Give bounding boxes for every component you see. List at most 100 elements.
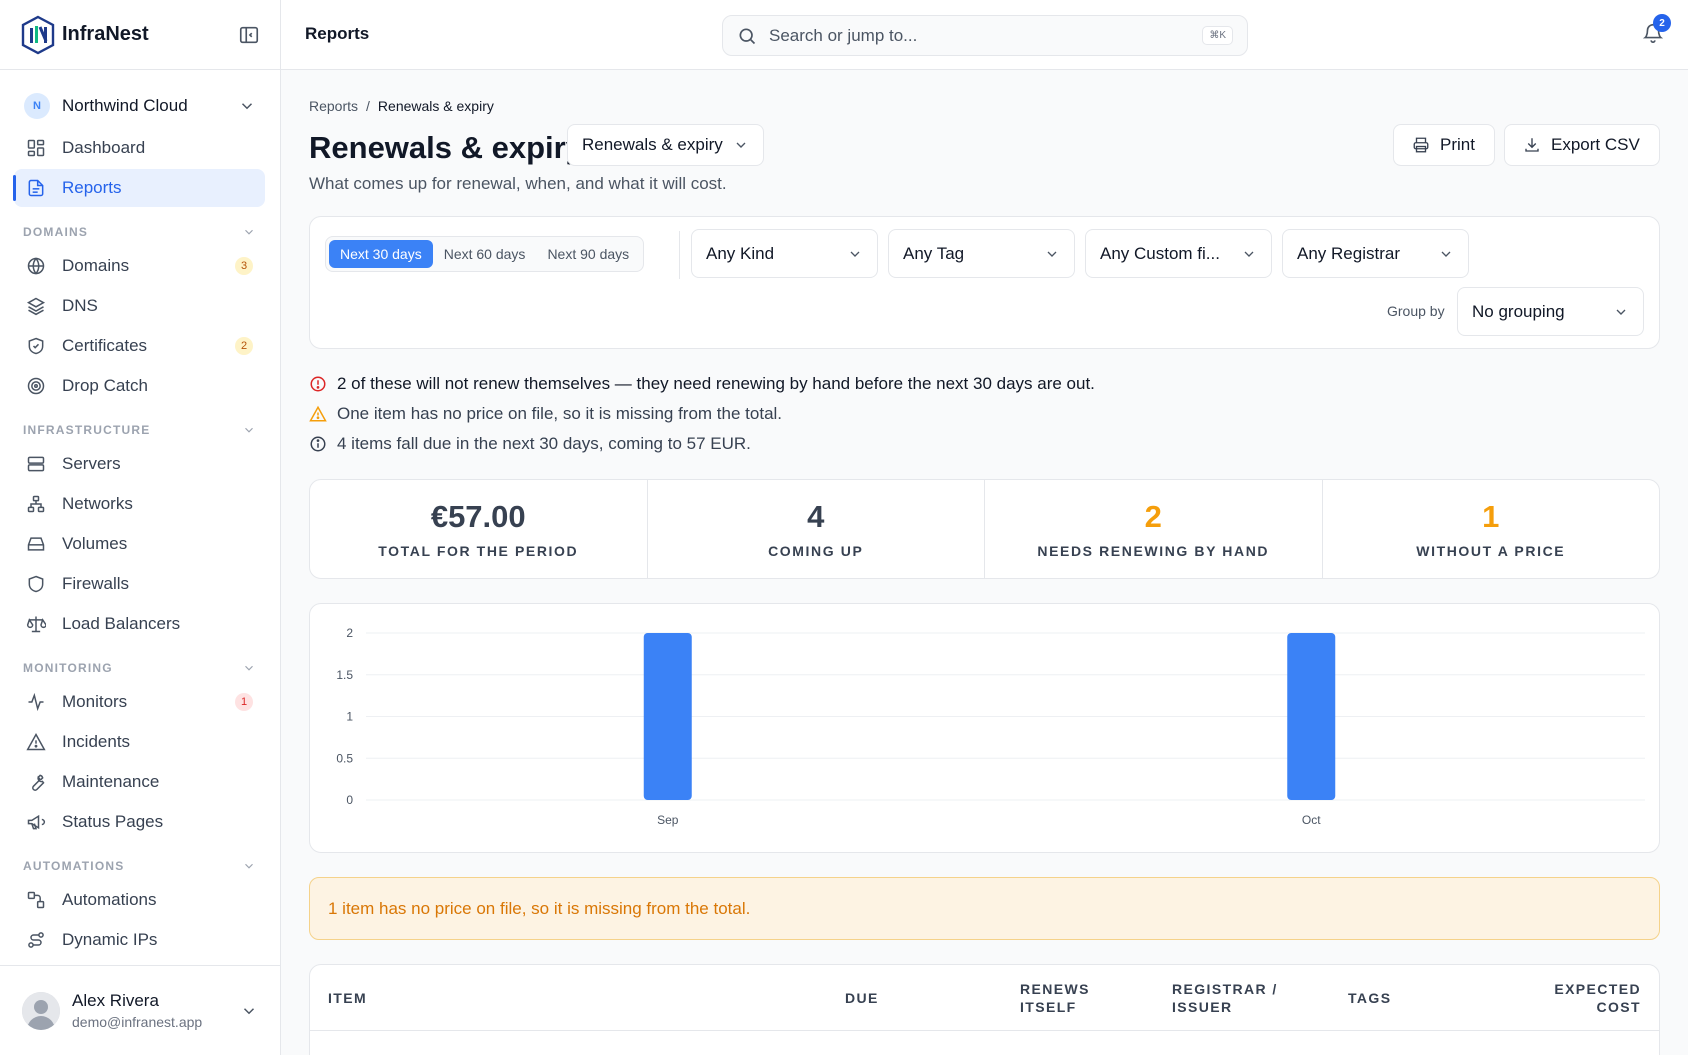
sidebar-item-label: Monitors — [62, 692, 128, 711]
bar-sep[interactable] — [643, 633, 692, 800]
y-tick-label: 2 — [346, 626, 353, 640]
page-title: Renewals & expiry — [309, 130, 583, 165]
sidebar-item-servers[interactable]: Servers — [14, 445, 265, 483]
registrar-filter-select[interactable]: Any Registrar — [1282, 229, 1469, 278]
sidebar: InfraNest N Northwind Cloud Dashboard Re… — [0, 0, 281, 1055]
sidebar-item-label: Domains — [62, 256, 130, 275]
user-menu[interactable]: Alex Rivera demo@infranest.app — [0, 965, 280, 1055]
wrench-icon — [32, 774, 45, 791]
period-option-30[interactable]: Next 30 days — [329, 240, 433, 268]
section-automations[interactable]: AUTOMATIONS — [23, 855, 256, 877]
sidebar-item-incidents[interactable]: Incidents — [14, 723, 265, 761]
sidebar-item-label: Load Balancers — [62, 614, 181, 633]
column-header-renews-itself[interactable]: RENEWS ITSELF — [1020, 980, 1110, 1016]
sidebar-item-domains[interactable]: Domains 3 — [14, 247, 265, 285]
section-monitoring[interactable]: MONITORING — [23, 657, 256, 679]
page-subtitle: What comes up for renewal, when, and wha… — [309, 174, 727, 193]
renewals-table: ITEM DUE RENEWS ITSELF REGISTRAR / ISSUE… — [309, 964, 1660, 1055]
org-switcher[interactable]: N Northwind Cloud — [24, 89, 264, 123]
column-header-tags[interactable]: TAGS — [1348, 989, 1391, 1007]
activity-icon — [28, 692, 44, 712]
custom-field-filter-value: Any Custom fi... — [1100, 243, 1220, 263]
chevron-down-icon — [245, 229, 253, 235]
section-infrastructure[interactable]: INFRASTRUCTURE — [23, 419, 256, 441]
registrar-filter-value: Any Registrar — [1297, 243, 1400, 263]
search-input[interactable]: Search or jump to... ⌘K — [722, 15, 1248, 56]
y-tick-label: 1.5 — [336, 668, 353, 682]
chevron-down-icon — [245, 863, 253, 869]
section-domains[interactable]: DOMAINS — [23, 221, 256, 243]
sidebar-item-load-balancers[interactable]: Load Balancers — [14, 605, 265, 643]
sidebar-item-label: Incidents — [62, 732, 131, 751]
sidebar-item-label: Reports — [62, 178, 122, 197]
group-by-value: No grouping — [1472, 301, 1565, 321]
sidebar-item-status-pages[interactable]: Status Pages — [14, 803, 265, 841]
sidebar-item-maintenance[interactable]: Maintenance — [14, 763, 265, 801]
section-title: AUTOMATIONS — [23, 859, 125, 873]
stat-value: €57.00 — [430, 499, 526, 534]
count-badge: 1 — [235, 693, 253, 711]
network-icon — [27, 495, 45, 513]
brand: InfraNest — [0, 0, 280, 70]
group-by-select[interactable]: No grouping — [1457, 287, 1644, 336]
sidebar-item-label: Networks — [62, 494, 133, 513]
stat-label: WITHOUT A PRICE — [1416, 543, 1566, 559]
stat-value: 4 — [807, 499, 825, 534]
sidebar-item-dashboard[interactable]: Dashboard — [14, 129, 265, 167]
count-badge: 3 — [235, 257, 253, 275]
sidebar-collapse-icon[interactable] — [238, 24, 260, 46]
stat-total: €57.00 TOTAL FOR THE PERIOD — [310, 480, 648, 578]
search-placeholder: Search or jump to... — [769, 25, 918, 45]
print-button[interactable]: Print — [1393, 124, 1495, 166]
sidebar-item-dynamic-ips[interactable]: Dynamic IPs — [14, 921, 265, 959]
breadcrumb-separator: / — [366, 98, 370, 114]
missing-price-banner: 1 item has no price on file, so it is mi… — [309, 877, 1660, 940]
kind-filter-select[interactable]: Any Kind — [691, 229, 878, 278]
filter-panel: Next 30 days Next 60 days Next 90 days A… — [309, 216, 1660, 349]
report-icon — [28, 179, 44, 197]
chevron-down-icon — [1616, 309, 1626, 315]
sidebar-item-dns[interactable]: DNS — [14, 287, 265, 325]
infranest-logo-icon — [21, 15, 55, 54]
count-badge: 2 — [235, 337, 253, 355]
column-header-due[interactable]: DUE — [845, 989, 879, 1007]
column-header-item[interactable]: ITEM — [328, 989, 367, 1007]
sidebar-item-volumes[interactable]: Volumes — [14, 525, 265, 563]
drive-icon — [27, 537, 45, 551]
summary-stats: €57.00 TOTAL FOR THE PERIOD 4 COMING UP … — [309, 479, 1660, 579]
sidebar-item-reports[interactable]: Reports — [13, 169, 265, 207]
renewals-bar-chart: 0 0.5 1 1.5 2 Sep Oct — [336, 626, 1645, 827]
sidebar-item-networks[interactable]: Networks — [14, 485, 265, 523]
custom-field-filter-select[interactable]: Any Custom fi... — [1085, 229, 1272, 278]
search-icon — [739, 28, 756, 44]
sidebar-item-certificates[interactable]: Certificates 2 — [14, 327, 265, 365]
avatar — [22, 991, 60, 1030]
column-header-expected-cost[interactable]: EXPECTED COST — [1531, 980, 1641, 1016]
stat-without-price: 1 WITHOUT A PRICE — [1323, 480, 1660, 578]
sidebar-item-label: Firewalls — [62, 574, 130, 593]
sidebar-item-drop-catch[interactable]: Drop Catch — [14, 367, 265, 405]
column-header-registrar[interactable]: REGISTRAR / ISSUER — [1172, 980, 1282, 1016]
tag-filter-value: Any Tag — [903, 243, 965, 263]
period-option-90[interactable]: Next 90 days — [536, 240, 640, 268]
sidebar-item-label: DNS — [62, 296, 98, 315]
group-by-label: Group by — [1387, 303, 1445, 319]
export-csv-button[interactable]: Export CSV — [1504, 124, 1660, 166]
report-view-select[interactable]: Renewals & expiry — [567, 124, 764, 166]
megaphone-icon — [27, 814, 46, 830]
stat-label: NEEDS RENEWING BY HAND — [1037, 543, 1270, 559]
alert-circle-icon — [310, 376, 326, 392]
bar-oct[interactable] — [1287, 633, 1336, 800]
sidebar-item-automations[interactable]: Automations — [14, 881, 265, 919]
shortcut-hint: ⌘K — [1202, 26, 1233, 45]
chevron-down-icon — [850, 251, 860, 257]
breadcrumb-current: Renewals & expiry — [377, 98, 494, 114]
period-option-60[interactable]: Next 60 days — [433, 240, 537, 268]
sidebar-item-label: Servers — [62, 454, 121, 473]
sidebar-item-monitors[interactable]: Monitors 1 — [14, 683, 265, 721]
alert-error-text: 2 of these will not renew themselves — t… — [337, 374, 1095, 393]
stat-manual-renewal: 2 NEEDS RENEWING BY HAND — [985, 480, 1323, 578]
sidebar-item-firewalls[interactable]: Firewalls — [14, 565, 265, 603]
breadcrumb-root[interactable]: Reports — [309, 98, 358, 114]
tag-filter-select[interactable]: Any Tag — [888, 229, 1075, 278]
